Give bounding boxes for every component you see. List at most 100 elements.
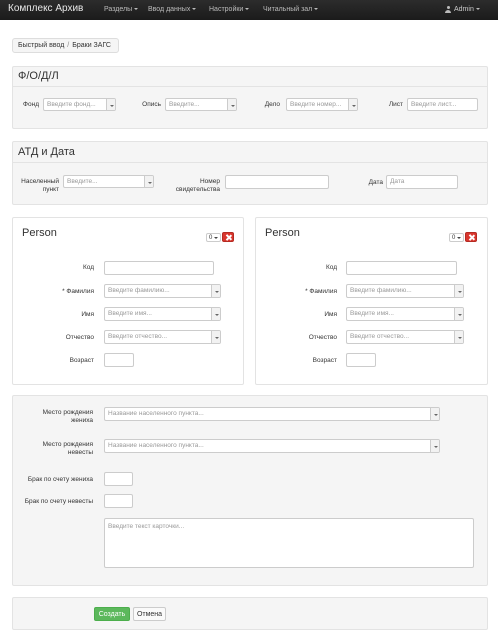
breadcrumb-separator: / [67,42,70,49]
person-count-select[interactable]: 0 [206,233,221,242]
menu-razdely[interactable]: Разделы [104,6,139,13]
create-button[interactable]: Создать [94,607,130,621]
imya-placeholder: Введите имя... [350,310,394,317]
menu-razdely-label: Разделы [104,6,133,13]
vozrast-input[interactable] [104,353,134,367]
card-text-area[interactable]: Введите текст карточки... [104,518,474,568]
user-name: Admin [454,6,474,13]
brak-zhenikh-label: Брак по счету жениха [27,476,93,483]
chevron-down-icon [454,285,463,297]
person-panel-2: Person 0 Код * Фамилия Введите фамилию..… [255,217,488,385]
menu-chitalnyi-zal[interactable]: Читальный зал [263,6,319,13]
vozrast-label: Возраст [69,357,94,364]
fond-select[interactable]: Введите фонд... [43,98,116,111]
punkt-label-line2: пункт [42,186,59,193]
mesto-zhenikh-label: Место рождения жениха [13,409,93,425]
nomer-label: Номер свидетельства [168,178,220,194]
chevron-down-icon [211,308,220,320]
menu-nastroiki-label: Настройки [209,6,244,13]
brak-zhenikh-input[interactable] [104,472,133,486]
person-title: Person [22,227,57,239]
list-input[interactable]: Введите лист... [407,98,478,111]
mesto-zhenikh-select[interactable]: Название населенного пункта... [104,407,440,421]
kod-label: Код [82,264,94,271]
top-navbar: Комплекс Архив Разделы Ввод данных Настр… [0,0,498,20]
vozrast-input[interactable] [346,353,376,367]
mesto-nevesta-placeholder: Название населенного пункта... [108,442,204,449]
chevron-down-icon [348,99,357,110]
chevron-down-icon [314,8,319,11]
otchestvo-select[interactable]: Введите отчество... [104,330,221,344]
breadcrumb-bystryi-vvod[interactable]: Быстрый ввод [18,42,64,49]
chevron-down-icon [430,440,439,452]
fodl-panel: Ф/О/Д/Л Фонд Введите фонд... Опись Введи… [12,66,488,129]
card-text-placeholder: Введите текст карточки... [108,523,185,530]
familia-label: * Фамилия [305,288,337,295]
delo-placeholder: Введите номер... [290,101,342,108]
menu-nastroiki[interactable]: Настройки [209,6,250,13]
user-icon [445,6,451,13]
imya-select[interactable]: Введите имя... [104,307,221,321]
familia-select[interactable]: Введите фамилию... [346,284,464,298]
chevron-down-icon [211,285,220,297]
mesto-nevesta-line1: Место рождения [42,441,93,448]
atd-title: АТД и Дата [18,146,75,158]
imya-select[interactable]: Введите имя... [346,307,464,321]
chevron-down-icon [454,331,463,343]
nomer-input[interactable] [225,175,329,189]
otchestvo-label: Отчество [65,334,94,341]
chevron-down-icon [106,99,115,110]
punkt-label-line1: Населенный [21,178,59,185]
kod-input[interactable] [346,261,457,275]
breadcrumb-braki-zags: Браки ЗАГС [72,42,111,49]
familia-placeholder: Введите фамилию... [350,287,412,294]
chevron-down-icon [227,99,236,110]
extra-panel: Место рождения жениха Название населенног… [12,395,488,586]
chevron-down-icon [134,8,139,11]
person-count-value: 0 [209,235,213,241]
vozrast-label: Возраст [312,357,337,364]
brak-nevesta-input[interactable] [104,494,133,508]
mesto-nevesta-line2: невесты [67,449,93,456]
otchestvo-label: Отчество [308,334,337,341]
mesto-zhenikh-placeholder: Название населенного пункта... [108,410,204,417]
opis-label: Опись [142,101,161,108]
delo-label: Дело [264,101,280,108]
actions-panel: Создать Отмена [12,597,488,630]
mesto-nevesta-label: Место рождения невесты [13,441,93,457]
opis-select[interactable]: Введите... [165,98,237,111]
fond-placeholder: Введите фонд... [47,101,96,108]
user-menu[interactable]: Admin [445,6,480,13]
chevron-down-icon [192,8,197,11]
atd-panel: АТД и Дата Населенный пункт Введите... Но… [12,141,488,205]
brand-logo[interactable]: Комплекс Архив [8,3,83,14]
mesto-zhenikh-line1: Место рождения [42,409,93,416]
mesto-zhenikh-line2: жениха [71,417,93,424]
opis-placeholder: Введите... [169,101,200,108]
kod-input[interactable] [104,261,214,275]
list-label: Лист [388,101,403,108]
list-placeholder: Введите лист... [411,101,457,108]
delo-select[interactable]: Введите номер... [286,98,358,111]
delete-person-button[interactable] [222,232,234,242]
fodl-title: Ф/О/Д/Л [18,70,59,82]
punkt-select[interactable]: Введите... [63,175,154,188]
mesto-nevesta-select[interactable]: Название населенного пункта... [104,439,440,453]
otchestvo-select[interactable]: Введите отчество... [346,330,464,344]
chevron-down-icon [144,176,153,187]
person-count-select[interactable]: 0 [449,233,464,242]
menu-vvod-dannykh[interactable]: Ввод данных [148,6,197,13]
familia-placeholder: Введите фамилию... [108,287,170,294]
cancel-button[interactable]: Отмена [133,607,166,621]
person-title: Person [265,227,300,239]
delete-person-button[interactable] [465,232,477,242]
imya-label: Имя [324,311,337,318]
data-placeholder: Дата [390,178,405,185]
familia-select[interactable]: Введите фамилию... [104,284,221,298]
familia-label: * Фамилия [62,288,94,295]
person-panel-1: Person 0 Код * Фамилия Введите фамилию..… [12,217,244,385]
brak-nevesta-label: Брак по счету невесты [24,498,93,505]
data-input[interactable]: Дата [386,175,458,189]
menu-chitalnyi-zal-label: Читальный зал [263,6,313,13]
chevron-down-icon [475,8,480,11]
